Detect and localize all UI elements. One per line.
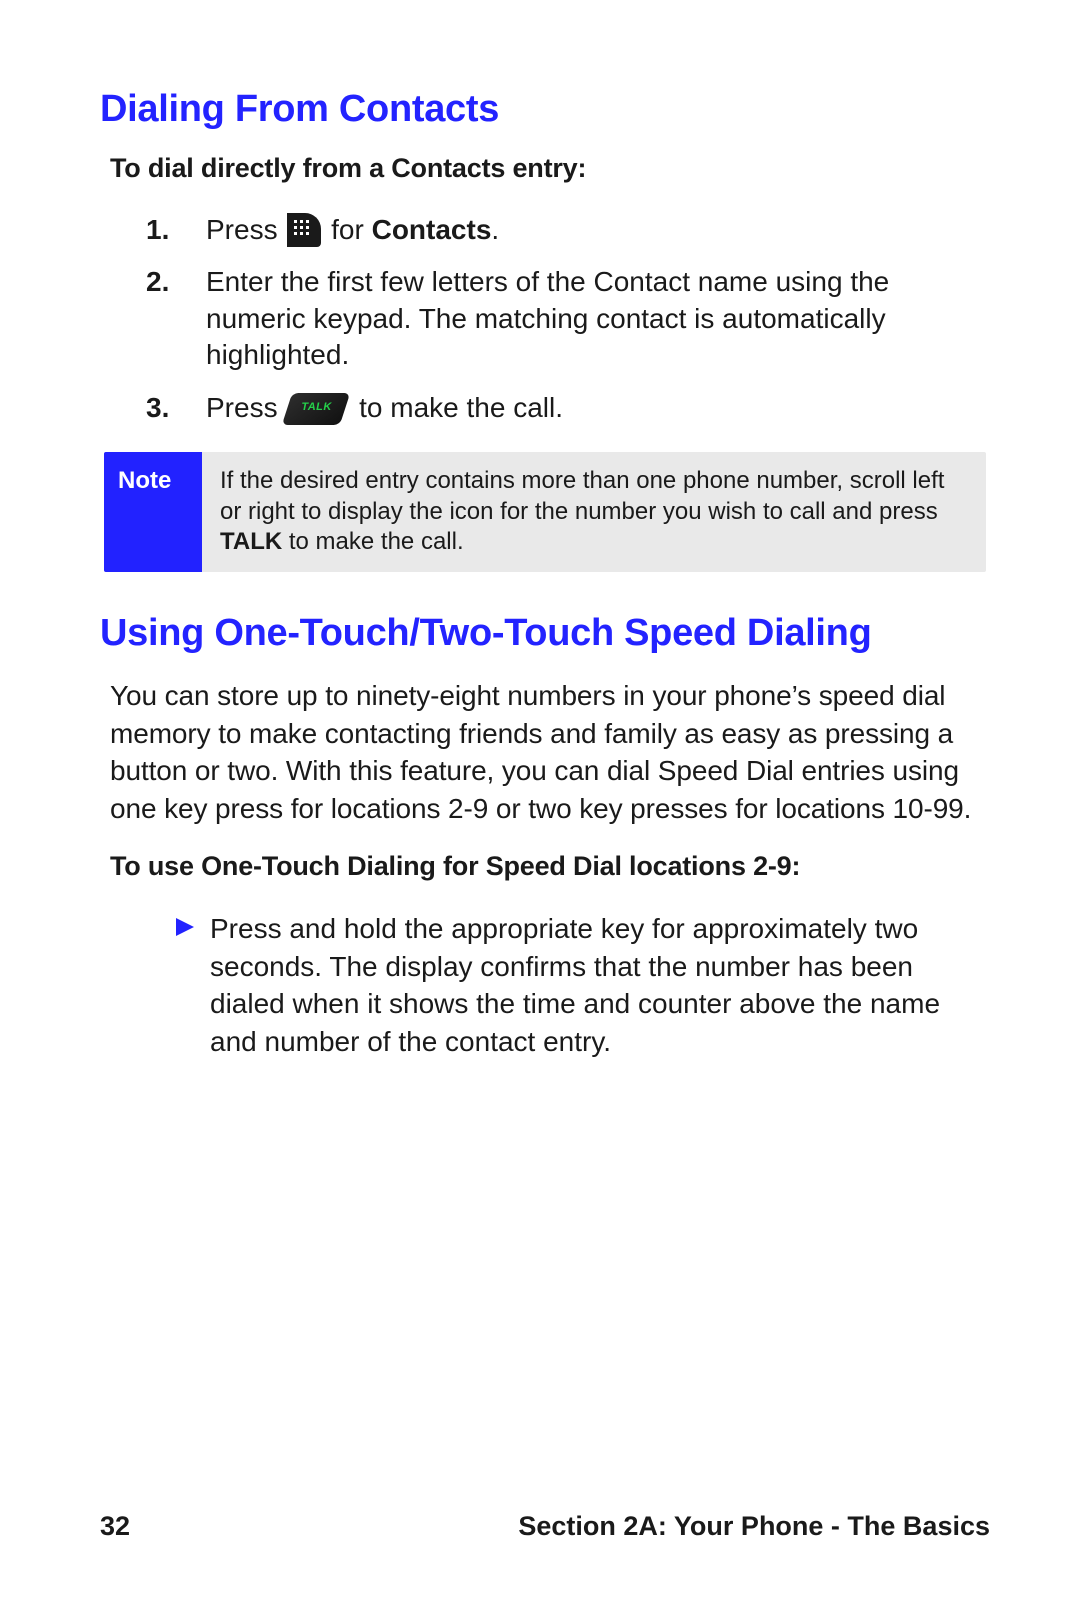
step-3: 3. Press to make the call. bbox=[176, 390, 990, 426]
step-2: 2. Enter the first few letters of the Co… bbox=[176, 264, 990, 373]
contacts-key-icon bbox=[287, 213, 321, 247]
step-text: . bbox=[491, 214, 499, 245]
bullet-text: Press and hold the appropriate key for a… bbox=[210, 910, 990, 1060]
step-1: 1. Press for Contacts. bbox=[176, 212, 990, 248]
note-box: Note If the desired entry contains more … bbox=[104, 452, 986, 572]
step-text: to make the call. bbox=[351, 392, 563, 423]
note-text: to make the call. bbox=[282, 528, 463, 555]
speed-dial-intro: You can store up to ninety-eight numbers… bbox=[110, 677, 990, 827]
page-number: 32 bbox=[100, 1511, 130, 1542]
note-text: If the desired entry contains more than … bbox=[220, 467, 944, 525]
page-footer: 32 Section 2A: Your Phone - The Basics bbox=[100, 1511, 990, 1542]
section-label: Section 2A: Your Phone - The Basics bbox=[518, 1511, 990, 1542]
step-text: Press bbox=[206, 214, 285, 245]
step-text: Press bbox=[206, 392, 285, 423]
step-number: 1. bbox=[146, 212, 169, 248]
step-text: for bbox=[323, 214, 371, 245]
steps-list: 1. Press for Contacts. 2. Enter the firs… bbox=[100, 212, 990, 426]
note-label: Note bbox=[104, 452, 202, 572]
note-bold: TALK bbox=[220, 528, 282, 555]
triangle-bullet-icon bbox=[176, 910, 194, 1060]
note-body: If the desired entry contains more than … bbox=[202, 452, 986, 572]
manual-page: Dialing From Contacts To dial directly f… bbox=[0, 0, 1080, 1620]
heading-speed-dialing: Using One-Touch/Two-Touch Speed Dialing bbox=[100, 612, 990, 655]
subhead-one-touch: To use One-Touch Dialing for Speed Dial … bbox=[110, 851, 990, 882]
subhead-dial-from-contacts: To dial directly from a Contacts entry: bbox=[110, 153, 990, 184]
step-bold: Contacts bbox=[372, 214, 492, 245]
step-number: 3. bbox=[146, 390, 169, 426]
talk-key-icon bbox=[282, 393, 350, 425]
step-text: Enter the first few letters of the Conta… bbox=[206, 266, 889, 370]
heading-dialing-from-contacts: Dialing From Contacts bbox=[100, 88, 990, 131]
bullet-item: Press and hold the appropriate key for a… bbox=[176, 910, 990, 1060]
step-number: 2. bbox=[146, 264, 169, 300]
